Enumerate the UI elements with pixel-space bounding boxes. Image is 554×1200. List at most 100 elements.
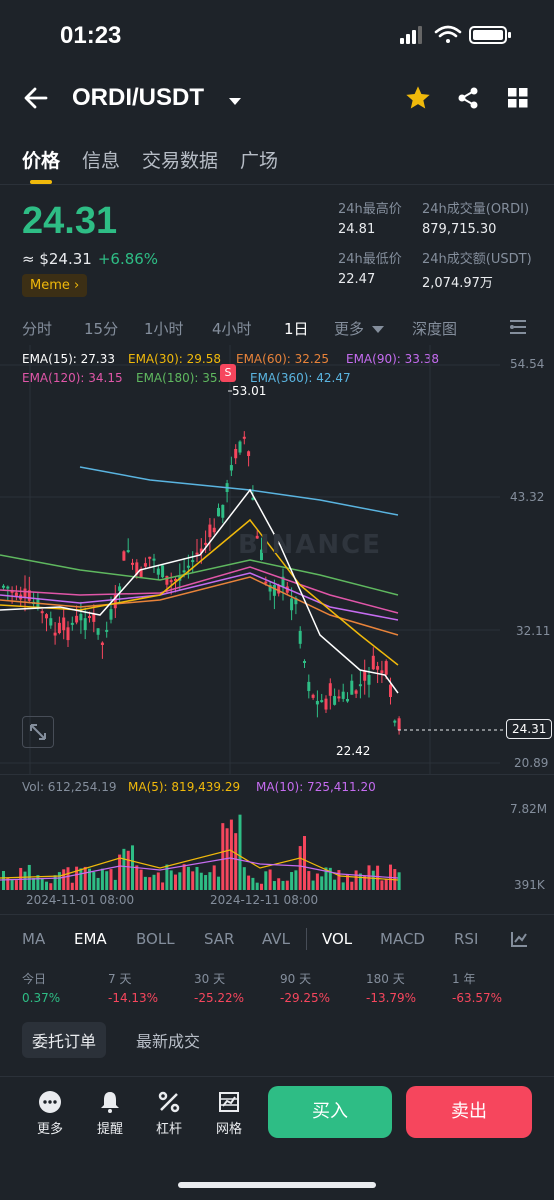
candle-body bbox=[165, 575, 169, 585]
candle-body bbox=[229, 465, 233, 471]
buy-button[interactable]: 买入 bbox=[268, 1086, 392, 1138]
candle-body bbox=[354, 690, 358, 694]
candle-body bbox=[182, 570, 186, 573]
volume-bar bbox=[113, 879, 117, 890]
sell-button[interactable]: 卖出 bbox=[406, 1086, 532, 1138]
expand-icon[interactable] bbox=[22, 716, 54, 748]
volume-bar bbox=[234, 833, 238, 890]
candle-body bbox=[186, 565, 190, 568]
sell-marker[interactable]: S bbox=[220, 364, 236, 382]
approx-price: ≈ $24.31 bbox=[22, 250, 92, 268]
candle-body bbox=[389, 684, 392, 697]
tf-15m[interactable]: 15分 bbox=[84, 318, 118, 339]
leverage-button[interactable]: 杠杆 bbox=[144, 1090, 194, 1137]
dropdown-icon[interactable] bbox=[228, 92, 242, 111]
tf-4h[interactable]: 4小时 bbox=[212, 318, 252, 339]
volume-bar bbox=[397, 872, 401, 890]
tab-info[interactable]: 信息 bbox=[82, 146, 120, 173]
perf-label: 1 年 bbox=[452, 972, 476, 986]
candle-body bbox=[109, 609, 113, 620]
volume-chart bbox=[0, 814, 401, 890]
y-axis-bottom: 20.89 bbox=[514, 756, 549, 770]
volume-bar bbox=[238, 814, 242, 890]
status-time: 01:23 bbox=[60, 22, 122, 49]
grid-trade-icon bbox=[219, 1092, 239, 1112]
volume-bar bbox=[229, 819, 233, 890]
candle-body bbox=[242, 436, 246, 439]
ema-line bbox=[0, 488, 399, 694]
candle-body bbox=[234, 449, 238, 459]
star-icon[interactable] bbox=[404, 84, 432, 116]
status-icons bbox=[400, 24, 520, 50]
dropdown-icon[interactable] bbox=[372, 320, 384, 338]
pair-title[interactable]: ORDI/USDT bbox=[72, 84, 204, 112]
chart-settings-icon[interactable] bbox=[510, 930, 528, 952]
volume-bar bbox=[126, 850, 130, 890]
tf-more[interactable]: 更多 bbox=[334, 318, 364, 339]
alert-button[interactable]: 提醒 bbox=[85, 1090, 135, 1137]
timeframe-row: 分时 15分 1小时 4小时 1日 更多 深度图 bbox=[0, 316, 554, 340]
more-button[interactable]: 更多 bbox=[25, 1090, 75, 1137]
ind-sar[interactable]: SAR bbox=[204, 930, 234, 948]
ind-ema[interactable]: EMA bbox=[74, 930, 107, 948]
volume-bar bbox=[311, 880, 315, 890]
price-change: +6.86% bbox=[97, 250, 159, 268]
candle-body bbox=[247, 451, 251, 456]
candle-body bbox=[333, 696, 337, 705]
date-label-1: 2024-11-01 08:00 bbox=[26, 893, 135, 907]
volume-bar bbox=[14, 880, 18, 890]
tab-open-orders[interactable]: 委托订单 bbox=[22, 1022, 107, 1058]
candle-body bbox=[341, 691, 345, 699]
candle-body bbox=[100, 642, 104, 646]
volume-bar bbox=[174, 874, 177, 890]
tf-1h[interactable]: 1小时 bbox=[144, 318, 184, 339]
grid-icon[interactable] bbox=[508, 88, 528, 112]
volume-bar bbox=[122, 848, 126, 890]
perf-label: 7 天 bbox=[108, 972, 132, 986]
candle-body bbox=[148, 556, 152, 559]
volume-bar bbox=[92, 871, 96, 890]
volume-bar bbox=[255, 882, 259, 890]
grid-trade-label: 网格 bbox=[215, 1122, 242, 1137]
tf-depth[interactable]: 深度图 bbox=[412, 318, 457, 339]
tab-latest-trades[interactable]: 最新成交 bbox=[136, 1028, 200, 1052]
tab-price[interactable]: 价格 bbox=[22, 146, 60, 173]
chart-settings-icon[interactable] bbox=[508, 318, 528, 340]
leverage-label: 杠杆 bbox=[155, 1122, 182, 1137]
tab-square[interactable]: 广场 bbox=[240, 146, 278, 173]
candle-body bbox=[328, 683, 332, 696]
ind-boll[interactable]: BOLL bbox=[136, 930, 175, 948]
candle-body bbox=[217, 507, 220, 517]
tab-trading-data[interactable]: 交易数据 bbox=[142, 146, 218, 173]
grid-trade-button[interactable]: 网格 bbox=[204, 1090, 254, 1137]
share-icon[interactable] bbox=[456, 86, 480, 114]
volume-bar bbox=[152, 874, 156, 890]
candle-body bbox=[272, 585, 276, 596]
candle-body bbox=[204, 542, 208, 545]
ind-vol[interactable]: VOL bbox=[322, 930, 352, 948]
ind-rsi[interactable]: RSI bbox=[454, 930, 478, 948]
price-sub: ≈ $24.31 +6.86% bbox=[22, 250, 158, 268]
volume-bar bbox=[83, 866, 87, 890]
candle-body bbox=[118, 586, 122, 591]
back-arrow-icon[interactable] bbox=[22, 84, 52, 114]
volume-bar bbox=[320, 876, 324, 890]
volume-bar bbox=[277, 878, 281, 890]
tf-line[interactable]: 分时 bbox=[22, 318, 52, 339]
candle-body bbox=[238, 441, 242, 453]
tf-1d[interactable]: 1日 bbox=[284, 318, 309, 339]
perf-label: 90 天 bbox=[280, 972, 312, 986]
ind-avl[interactable]: AVL bbox=[262, 930, 290, 948]
category-tag[interactable]: Meme › bbox=[22, 274, 88, 297]
current-price-label: 24.31 bbox=[506, 719, 553, 739]
volume-bar bbox=[212, 865, 216, 890]
candle-body bbox=[298, 630, 302, 644]
candle-body bbox=[320, 700, 324, 703]
perf-value: -13.79% bbox=[366, 991, 417, 1005]
ind-macd[interactable]: MACD bbox=[380, 930, 425, 948]
candlestick-chart[interactable] bbox=[0, 345, 554, 775]
volume-bar bbox=[281, 880, 285, 890]
candle-body bbox=[2, 585, 5, 588]
volume-bar bbox=[251, 877, 255, 890]
ind-ma[interactable]: MA bbox=[22, 930, 45, 948]
